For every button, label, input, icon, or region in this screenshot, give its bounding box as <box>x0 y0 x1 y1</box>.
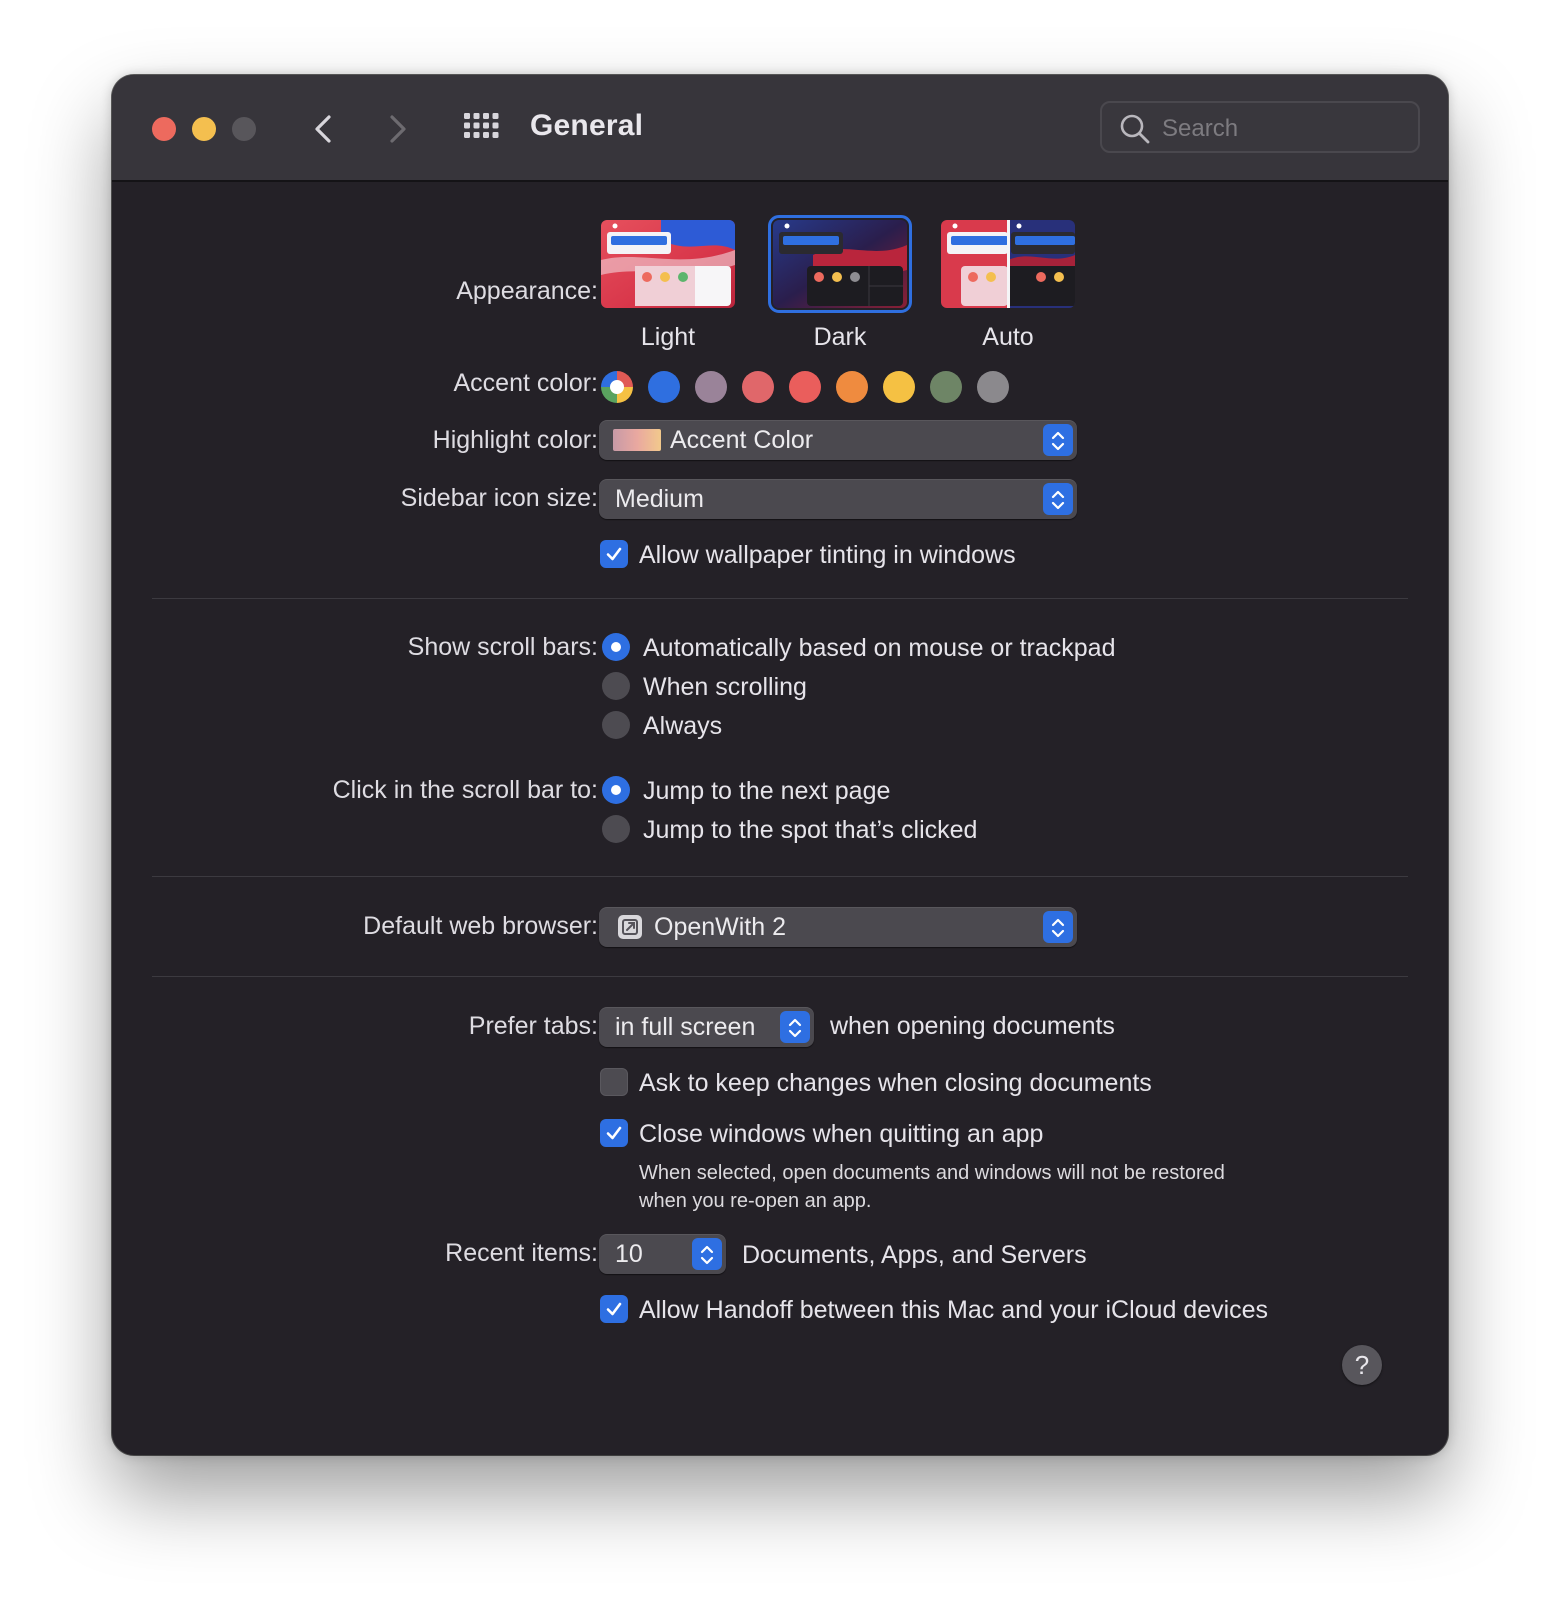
accent-purple-swatch[interactable] <box>695 371 727 403</box>
up-down-chevron-icon <box>1043 489 1073 511</box>
light-label: Light <box>640 323 696 351</box>
app-icon <box>617 914 643 945</box>
close-window-button[interactable] <box>152 117 176 141</box>
accent-pink-swatch[interactable] <box>742 371 774 403</box>
wallpaper-tinting-label: Allow wallpaper tinting in windows <box>639 541 1016 569</box>
popup-stepper <box>692 1238 722 1270</box>
prefer-tabs-suffix: when opening documents <box>830 1012 1115 1040</box>
wallpaper-tinting-checkbox[interactable] <box>600 540 628 568</box>
scroll-bars-automatic-label: Automatically based on mouse or trackpad <box>643 634 1116 662</box>
up-down-chevron-icon <box>1043 430 1073 452</box>
accent-orange-swatch[interactable] <box>836 371 868 403</box>
highlight-color-popup[interactable]: Accent Color <box>599 420 1077 460</box>
show-all-button[interactable] <box>462 111 500 149</box>
grid-icon <box>462 113 500 153</box>
show-scroll-bars-label: Show scroll bars: <box>407 633 598 661</box>
search-field[interactable] <box>1100 101 1420 153</box>
recent-items-popup[interactable]: 10 <box>599 1234 726 1274</box>
scroll-bars-automatic-radio[interactable] <box>602 633 630 661</box>
jump-next-page-label: Jump to the next page <box>643 777 891 805</box>
question-mark-icon: ? <box>1354 1350 1370 1380</box>
handoff-label: Allow Handoff between this Mac and your … <box>639 1296 1269 1324</box>
accent-color-label: Accent color: <box>453 369 598 397</box>
highlight-swatch <box>613 429 661 451</box>
handoff-checkbox[interactable] <box>600 1295 628 1323</box>
divider <box>152 976 1408 977</box>
accent-yellow-swatch[interactable] <box>883 371 915 403</box>
default-browser-value: OpenWith 2 <box>654 913 787 941</box>
search-icon <box>1118 112 1152 151</box>
accent-red-swatch[interactable] <box>789 371 821 403</box>
sidebar-icon-size-label: Sidebar icon size: <box>400 484 598 512</box>
popup-stepper <box>1043 424 1073 456</box>
accent-graphite-swatch[interactable] <box>977 371 1009 403</box>
title-bar: General <box>112 75 1448 182</box>
prefer-tabs-popup[interactable]: in full screen <box>599 1007 814 1047</box>
recent-items-value: 10 <box>615 1240 643 1268</box>
accent-blue-swatch[interactable] <box>648 371 680 403</box>
checkmark-icon <box>600 1124 628 1142</box>
window-title: General <box>530 109 644 142</box>
chevron-left-icon <box>304 109 344 149</box>
sidebar-icon-size-popup[interactable]: Medium <box>599 479 1077 519</box>
scroll-bars-always-radio[interactable] <box>602 711 630 739</box>
divider <box>152 598 1408 599</box>
highlight-color-label: Highlight color: <box>432 426 598 454</box>
preferences-window: General Appearance: Light <box>112 75 1448 1455</box>
close-windows-label: Close windows when quitting an app <box>639 1120 1044 1148</box>
recent-items-label: Recent items: <box>445 1239 598 1267</box>
default-browser-popup[interactable]: OpenWith 2 <box>599 907 1077 947</box>
checkmark-icon <box>600 545 628 563</box>
accent-green-swatch[interactable] <box>930 371 962 403</box>
divider <box>152 876 1408 877</box>
recent-items-suffix: Documents, Apps, and Servers <box>742 1241 1087 1269</box>
checkmark-icon <box>600 1300 628 1318</box>
back-button[interactable] <box>304 109 344 149</box>
default-browser-label: Default web browser: <box>363 912 598 940</box>
up-down-chevron-icon <box>1043 917 1073 939</box>
appearance-label: Appearance: <box>456 277 598 305</box>
scroll-bars-when-scrolling-radio[interactable] <box>602 672 630 700</box>
scroll-bars-when-scrolling-label: When scrolling <box>643 673 807 701</box>
popup-stepper <box>1043 483 1073 515</box>
close-windows-note-line1: When selected, open documents and window… <box>639 1162 1225 1184</box>
dark-appearance-thumbnail <box>768 215 912 313</box>
sidebar-icon-size-value: Medium <box>615 485 704 513</box>
zoom-window-button[interactable] <box>232 117 256 141</box>
popup-stepper <box>780 1011 810 1043</box>
minimize-window-button[interactable] <box>192 117 216 141</box>
auto-label: Auto <box>982 323 1034 351</box>
prefer-tabs-value: in full screen <box>615 1013 756 1041</box>
prefer-tabs-label: Prefer tabs: <box>468 1012 598 1040</box>
jump-next-page-radio[interactable] <box>602 776 630 804</box>
dark-label: Dark <box>813 323 867 351</box>
jump-to-spot-radio[interactable] <box>602 815 630 843</box>
light-appearance-thumbnail <box>601 220 735 308</box>
jump-to-spot-label: Jump to the spot that’s clicked <box>643 816 978 844</box>
close-windows-checkbox[interactable] <box>600 1119 628 1147</box>
help-button[interactable]: ? <box>1342 1345 1382 1385</box>
auto-appearance-thumbnail <box>941 220 1075 308</box>
highlight-color-value: Accent Color <box>670 426 814 454</box>
ask-keep-changes-checkbox[interactable] <box>600 1068 628 1096</box>
chevron-right-icon <box>377 109 417 149</box>
close-windows-note-line2: when you re-open an app. <box>639 1190 872 1212</box>
up-down-chevron-icon <box>780 1017 810 1039</box>
search-input[interactable] <box>1160 113 1404 145</box>
accent-multicolor-swatch[interactable] <box>601 371 633 403</box>
click-scroll-bar-label: Click in the scroll bar to: <box>332 776 598 804</box>
ask-keep-changes-label: Ask to keep changes when closing documen… <box>639 1069 1152 1097</box>
popup-stepper <box>1043 911 1073 943</box>
scroll-bars-always-label: Always <box>643 712 723 740</box>
up-down-chevron-icon <box>692 1244 722 1266</box>
forward-button[interactable] <box>377 109 417 149</box>
